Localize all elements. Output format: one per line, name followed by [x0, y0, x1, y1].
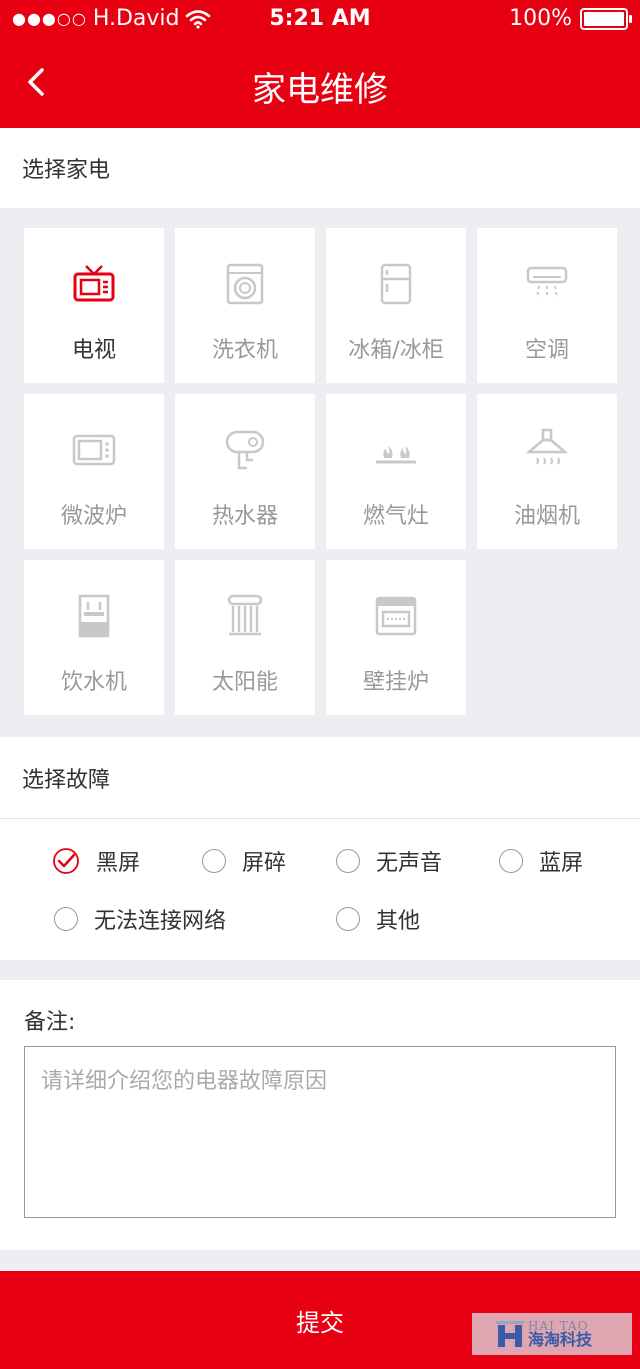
- status-right: 100%: [509, 6, 632, 31]
- fault-label: 黑屏: [96, 851, 141, 876]
- fault-label: 屏碎: [242, 851, 287, 876]
- fault-section-title: 选择故障: [0, 737, 640, 818]
- appliance-tile-refrigerator[interactable]: 冰箱/冰柜: [326, 228, 466, 383]
- air-conditioner-icon: [526, 266, 568, 299]
- watermark-text: HAI TAO 海淘科技: [528, 1320, 592, 1348]
- range-hood-icon: [525, 428, 569, 465]
- remark-section: 备注:: [0, 980, 640, 1250]
- fault-label: 蓝屏: [539, 851, 584, 876]
- fault-label: 无法连接网络: [94, 909, 227, 934]
- appliance-label: 壁挂炉: [362, 670, 429, 695]
- battery-icon: [580, 7, 632, 30]
- appliance-label: 洗衣机: [211, 338, 278, 363]
- fault-options: 黑屏 屏碎 无声音 蓝屏 无法连接网络 其他: [0, 818, 640, 960]
- appliance-grid: 电视 洗衣机 冰箱/冰柜 空调 微波炉 热水器 燃气灶 油烟机 饮水机 太阳能 …: [24, 228, 617, 715]
- fault-option-broken-screen[interactable]: 屏碎: [202, 845, 286, 877]
- haitao-logo-icon: [496, 1321, 524, 1347]
- appliance-tile-solar-heater[interactable]: 太阳能: [175, 560, 315, 715]
- radio-unchecked-icon: [202, 849, 226, 873]
- status-bar: ●●●○○ H.David 5:21 AM 100%: [0, 0, 640, 40]
- fault-label: 其他: [376, 909, 421, 934]
- battery-percent: 100%: [509, 6, 572, 31]
- appliance-tile-range-hood[interactable]: 油烟机: [477, 394, 617, 549]
- radio-unchecked-icon: [54, 907, 78, 931]
- fault-option-no-sound[interactable]: 无声音: [336, 845, 442, 877]
- appliance-tile-tv[interactable]: 电视: [24, 228, 164, 383]
- wall-boiler-icon: [375, 596, 417, 636]
- appliance-tile-microwave[interactable]: 微波炉: [24, 394, 164, 549]
- watermark: HAI TAO 海淘科技: [472, 1313, 632, 1355]
- remark-input[interactable]: [24, 1046, 616, 1218]
- fault-option-blue-screen[interactable]: 蓝屏: [499, 845, 583, 877]
- appliance-section-title: 选择家电: [0, 128, 640, 208]
- fault-option-no-network[interactable]: 无法连接网络: [54, 903, 226, 935]
- water-dispenser-icon: [78, 594, 110, 638]
- remark-label: 备注:: [24, 1010, 76, 1035]
- tv-icon: [73, 265, 115, 302]
- appliance-label: 饮水机: [60, 670, 127, 695]
- appliance-label: 热水器: [211, 504, 278, 529]
- washing-machine-icon: [226, 263, 264, 305]
- microwave-icon: [72, 434, 116, 466]
- watermark-cn: 海淘科技: [528, 1330, 593, 1349]
- radio-unchecked-icon: [499, 849, 523, 873]
- water-heater-icon: [225, 430, 265, 470]
- appliance-tile-water-heater[interactable]: 热水器: [175, 394, 315, 549]
- radio-unchecked-icon: [336, 849, 360, 873]
- appliance-label: 油烟机: [513, 504, 580, 529]
- appliance-tile-gas-stove[interactable]: 燃气灶: [326, 394, 466, 549]
- app-header: ●●●○○ H.David 5:21 AM 100% 家电维修: [0, 0, 640, 128]
- appliance-tile-water-dispenser[interactable]: 饮水机: [24, 560, 164, 715]
- fault-label: 无声音: [376, 851, 443, 876]
- appliance-label: 电视: [71, 338, 116, 363]
- appliance-label: 太阳能: [211, 670, 278, 695]
- appliance-label: 燃气灶: [362, 504, 429, 529]
- fault-option-other[interactable]: 其他: [336, 903, 420, 935]
- appliance-tile-washing-machine[interactable]: 洗衣机: [175, 228, 315, 383]
- appliance-tile-wall-boiler[interactable]: 壁挂炉: [326, 560, 466, 715]
- checked-circle-icon: [53, 848, 79, 874]
- gas-stove-icon: [376, 446, 416, 464]
- solar-heater-icon: [227, 594, 263, 636]
- appliance-label: 空调: [524, 338, 569, 363]
- refrigerator-icon: [380, 263, 412, 305]
- appliance-label: 冰箱/冰柜: [348, 338, 444, 363]
- radio-unchecked-icon: [336, 907, 360, 931]
- fault-option-black-screen[interactable]: 黑屏: [52, 845, 140, 877]
- appliance-label: 微波炉: [60, 504, 127, 529]
- appliance-tile-air-conditioner[interactable]: 空调: [477, 228, 617, 383]
- page-title: 家电维修: [252, 70, 388, 110]
- nav-bar: 家电维修: [0, 40, 640, 128]
